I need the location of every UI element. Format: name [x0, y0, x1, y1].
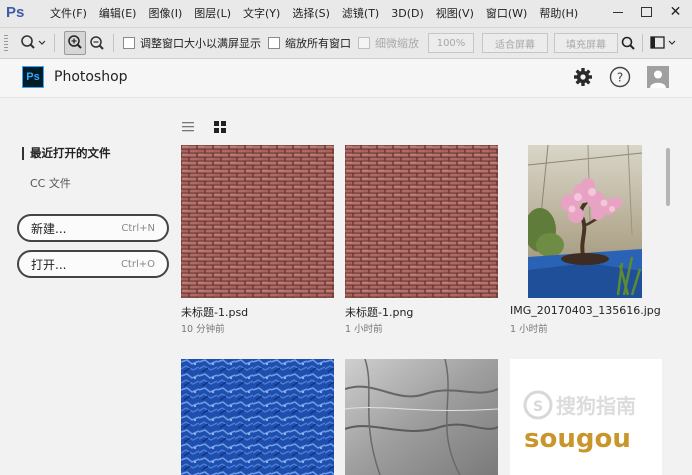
menu-file[interactable]: 文件(F) [44, 0, 93, 27]
separator [642, 34, 643, 52]
grid-view-icon [214, 121, 226, 133]
scrubby-zoom-label: 细微缩放 [375, 37, 419, 50]
home-header: Ps Photoshop ? [0, 59, 692, 98]
file-time: 1 小时前 [510, 324, 548, 335]
close-icon: ✕ [669, 3, 682, 20]
scrollbar-thumb[interactable] [666, 148, 670, 206]
sidebar-item-cc-files[interactable]: CC 文件 [30, 175, 71, 191]
maximize-button[interactable] [632, 0, 661, 23]
file-time: 1 小时前 [345, 324, 383, 335]
scrubby-zoom-checkbox [358, 37, 370, 49]
fill-screen-button: 填充屏幕 [554, 33, 618, 53]
menu-view[interactable]: 视图(V) [430, 0, 480, 27]
scrubby-zoom-option: 细微缩放 [358, 28, 419, 58]
gray-texture-image [345, 359, 498, 475]
zoom-in-button[interactable] [64, 31, 86, 55]
menu-window[interactable]: 窗口(W) [480, 0, 533, 27]
minimize-button[interactable] [603, 0, 632, 23]
zoom-all-option[interactable]: 缩放所有窗口 [268, 28, 351, 58]
search-icon [621, 36, 635, 50]
home-content: 最近打开的文件 CC 文件 新建... Ctrl+N 打开... Ctrl+O [0, 98, 692, 475]
minimize-icon [612, 12, 623, 13]
menu-edit[interactable]: 编辑(E) [93, 0, 143, 27]
help-icon: ? [609, 66, 631, 88]
watermark-image: S 搜狗指南 sougou [523, 390, 636, 454]
open-file-label: 打开... [31, 257, 67, 272]
file-thumbnail[interactable] [345, 145, 498, 298]
grid-view-button[interactable] [213, 120, 227, 134]
resize-windows-label: 调整窗口大小以满屏显示 [140, 37, 261, 50]
file-name[interactable]: IMG_20170403_135616.jpg [510, 304, 661, 317]
open-file-button[interactable]: 打开... Ctrl+O [17, 250, 169, 278]
search-button[interactable] [620, 28, 636, 58]
zoom-100-button: 100% [428, 33, 474, 53]
menu-select[interactable]: 选择(S) [286, 0, 336, 27]
resize-windows-option[interactable]: 调整窗口大小以满屏显示 [123, 28, 261, 58]
watermark-brand-text: sougou [524, 424, 631, 454]
close-button[interactable]: ✕ [661, 0, 690, 23]
watermark-site-text: 搜狗指南 [556, 394, 636, 418]
avatar-icon [647, 66, 669, 88]
zoom-all-checkbox[interactable] [268, 37, 280, 49]
menu-help[interactable]: 帮助(H) [533, 0, 584, 27]
photoshop-logo: Ps [6, 4, 25, 21]
zoom-all-label: 缩放所有窗口 [285, 37, 351, 50]
menu-image[interactable]: 图像(I) [142, 0, 188, 27]
file-time: 10 分钟前 [181, 324, 225, 335]
file-thumbnail[interactable] [181, 145, 334, 298]
file-name[interactable]: 未标题-1.png [345, 304, 413, 320]
gear-icon [574, 68, 592, 86]
file-name[interactable]: 未标题-1.psd [181, 304, 248, 320]
separator [113, 34, 114, 52]
brick-texture-image [345, 145, 498, 298]
bonsai-photo-image [528, 145, 642, 298]
menu-layer[interactable]: 图层(L) [188, 0, 237, 27]
svg-text:S: S [533, 399, 543, 415]
svg-text:?: ? [617, 71, 623, 85]
account-button[interactable] [647, 66, 669, 88]
menu-list: 文件(F) 编辑(E) 图像(I) 图层(L) 文字(Y) 选择(S) 滤镜(T… [44, 0, 584, 27]
maximize-icon [641, 6, 652, 17]
resize-windows-checkbox[interactable] [123, 37, 135, 49]
help-button[interactable]: ? [609, 66, 631, 88]
workspace-icon [650, 36, 676, 49]
settings-button[interactable] [572, 66, 594, 88]
brick-texture-image [181, 145, 334, 298]
workspace-switcher[interactable] [650, 28, 680, 58]
zoom-out-icon [90, 36, 104, 50]
new-file-shortcut: Ctrl+N [121, 222, 155, 234]
app-title: Photoshop [54, 69, 128, 85]
options-bar-grip[interactable] [4, 35, 8, 51]
options-bar: 调整窗口大小以满屏显示 缩放所有窗口 细微缩放 100% 适合屏幕 填充屏幕 [0, 28, 692, 59]
fit-screen-button: 适合屏幕 [482, 33, 548, 53]
app-icon: Ps [22, 66, 44, 88]
menu-3d[interactable]: 3D(D) [385, 0, 430, 27]
magnifier-icon [21, 35, 46, 49]
new-file-button[interactable]: 新建... Ctrl+N [17, 214, 169, 242]
sidebar-item-recent-files[interactable]: 最近打开的文件 [22, 147, 111, 160]
list-view-button[interactable] [181, 120, 195, 134]
file-thumbnail[interactable] [345, 359, 498, 475]
zoom-in-icon [68, 35, 82, 49]
list-view-icon [182, 122, 194, 132]
open-file-shortcut: Ctrl+O [120, 258, 155, 270]
new-file-label: 新建... [31, 221, 67, 236]
menu-filter[interactable]: 滤镜(T) [336, 0, 385, 27]
file-thumbnail[interactable]: S 搜狗指南 sougou [510, 359, 662, 475]
separator [54, 34, 55, 52]
file-thumbnail[interactable] [181, 359, 334, 475]
file-thumbnail[interactable] [528, 145, 642, 298]
blue-texture-image [181, 359, 334, 475]
tool-preset-picker[interactable] [18, 28, 48, 58]
window-controls: ✕ [603, 0, 690, 23]
zoom-out-button[interactable] [88, 28, 106, 58]
menu-bar: Ps 文件(F) 编辑(E) 图像(I) 图层(L) 文字(Y) 选择(S) 滤… [0, 0, 692, 28]
menu-type[interactable]: 文字(Y) [237, 0, 286, 27]
